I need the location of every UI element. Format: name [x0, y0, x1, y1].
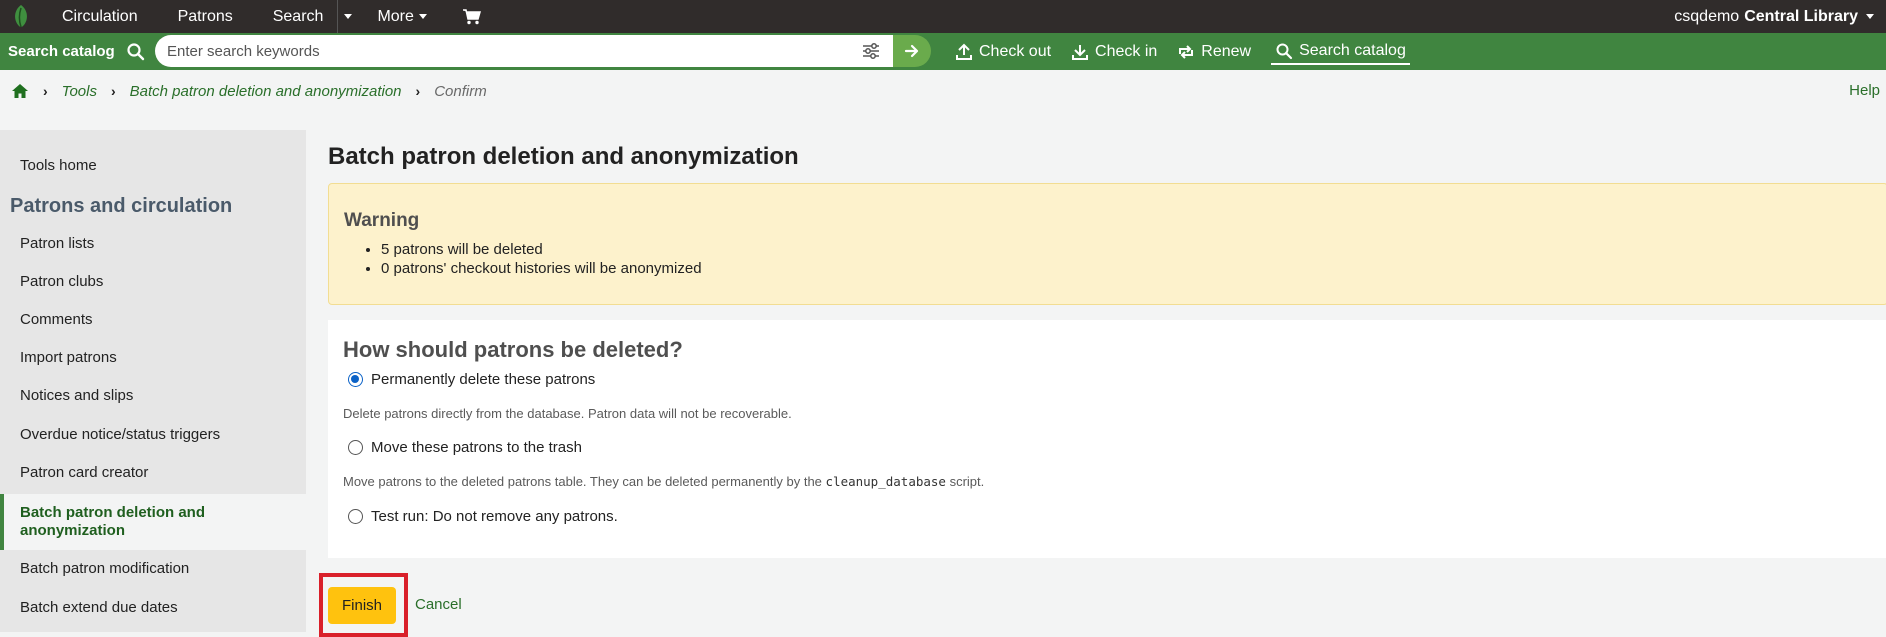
logged-in-library: Central Library: [1744, 7, 1858, 25]
check-out-label: Check out: [979, 42, 1052, 60]
renew-label: Renew: [1201, 42, 1252, 60]
cancel-link[interactable]: Cancel: [415, 596, 462, 613]
top-navbar: Circulation Patrons Search More csqdemo C…: [0, 0, 1886, 33]
sidebar-item-import-patrons[interactable]: Import patrons: [0, 345, 306, 369]
tools-sidebar: Tools home Patrons and circulation Patro…: [0, 130, 306, 632]
finish-button[interactable]: Finish: [328, 587, 396, 624]
user-menu[interactable]: csqdemo Central Library: [1674, 8, 1886, 26]
deletion-question-heading: How should patrons be deleted?: [343, 337, 683, 362]
breadcrumb-separator: ›: [110, 83, 116, 99]
sidebar-item-batch-patron-deletion[interactable]: Batch patron deletion and anonymization: [0, 494, 306, 550]
hint-trash-text: Move patrons to the deleted patrons tabl…: [343, 474, 826, 489]
home-icon[interactable]: [11, 82, 29, 100]
search-submit-button[interactable]: [893, 35, 931, 67]
header-search-bar: Search catalog Check out Check in Renew …: [0, 33, 1886, 70]
sidebar-item-patron-clubs[interactable]: Patron clubs: [0, 269, 306, 293]
sidebar-item-tools-home[interactable]: Tools home: [0, 153, 306, 177]
sidebar-item-notices-and-slips[interactable]: Notices and slips: [0, 383, 306, 407]
nav-search[interactable]: Search: [253, 0, 338, 33]
nav-search-dropdown-toggle[interactable]: [337, 0, 357, 33]
option-move-to-trash[interactable]: Move these patrons to the trash: [348, 439, 582, 456]
search-icon: [127, 42, 144, 60]
option-permanent-delete-label: Permanently delete these patrons: [371, 371, 596, 388]
search-icon: [1276, 43, 1293, 59]
radio-move-to-trash[interactable]: [348, 440, 363, 455]
option-test-run-label: Test run: Do not remove any patrons.: [371, 508, 618, 525]
chevron-down-icon: [418, 14, 427, 19]
help-link[interactable]: Help: [1849, 82, 1880, 99]
check-in-link[interactable]: Check in: [1071, 33, 1157, 70]
sidebar-item-comments[interactable]: Comments: [0, 307, 306, 331]
radio-test-run[interactable]: [348, 509, 363, 524]
sidebar-item-patron-card-creator[interactable]: Patron card creator: [0, 460, 306, 484]
sidebar-item-batch-patron-modification[interactable]: Batch patron modification: [0, 556, 306, 580]
page-title: Batch patron deletion and anonymization: [328, 143, 799, 170]
download-icon: [1072, 44, 1089, 60]
hint-permanent-delete: Delete patrons directly from the databas…: [343, 406, 792, 421]
search-catalog-tab[interactable]: Search catalog: [1271, 38, 1410, 65]
nav-more-label: More: [377, 7, 414, 25]
option-test-run[interactable]: Test run: Do not remove any patrons.: [348, 508, 618, 525]
deletion-options-panel: How should patrons be deleted? Permanent…: [328, 320, 1886, 558]
cart-icon[interactable]: [447, 0, 497, 33]
nav-more[interactable]: More: [357, 0, 446, 33]
breadcrumb: › Tools › Batch patron deletion and anon…: [0, 70, 1886, 112]
breadcrumb-batch-patron-deletion[interactable]: Batch patron deletion and anonymization: [130, 83, 402, 100]
breadcrumb-tools[interactable]: Tools: [62, 83, 97, 100]
warning-item-deleted-count: 5 patrons will be deleted: [381, 240, 702, 259]
warning-title: Warning: [344, 210, 420, 231]
chevron-down-icon: [1866, 14, 1874, 19]
nav-patrons[interactable]: Patrons: [158, 0, 253, 33]
option-permanent-delete[interactable]: Permanently delete these patrons: [348, 371, 595, 388]
hint-trash-script-name: cleanup_database: [825, 474, 946, 489]
logged-in-user: csqdemo: [1674, 7, 1740, 25]
nav-circulation[interactable]: Circulation: [42, 0, 158, 33]
arrow-right-icon: [904, 44, 919, 58]
renew-icon: [1179, 44, 1194, 59]
search-input[interactable]: [155, 36, 861, 66]
hint-trash-text-end: script.: [945, 474, 985, 489]
breadcrumb-separator: ›: [43, 83, 48, 99]
warning-list: 5 patrons will be deleted 0 patrons' che…: [381, 240, 702, 278]
upload-icon: [956, 43, 972, 60]
search-options-icon[interactable]: [861, 41, 881, 61]
sidebar-item-batch-extend-due-dates[interactable]: Batch extend due dates: [0, 595, 306, 619]
hint-move-to-trash: Move patrons to the deleted patrons tabl…: [343, 474, 984, 489]
renew-link[interactable]: Renew: [1177, 33, 1251, 70]
search-field-wrapper: [155, 35, 893, 67]
option-move-to-trash-label: Move these patrons to the trash: [371, 439, 582, 456]
check-out-link[interactable]: Check out: [955, 33, 1051, 70]
warning-box: Warning 5 patrons will be deleted 0 patr…: [328, 183, 1886, 305]
search-catalog-tab-label: Search catalog: [1299, 41, 1406, 59]
warning-item-anonymized-count: 0 patrons' checkout histories will be an…: [381, 259, 702, 278]
breadcrumb-separator: ›: [415, 83, 421, 99]
breadcrumb-confirm: Confirm: [434, 82, 487, 100]
check-in-label: Check in: [1095, 42, 1158, 60]
sidebar-item-overdue-triggers[interactable]: Overdue notice/status triggers: [0, 422, 306, 446]
header-actions: Check out Check in Renew Search catalog: [955, 33, 1430, 70]
sidebar-item-patron-lists[interactable]: Patron lists: [0, 231, 306, 255]
search-catalog-label[interactable]: Search catalog: [0, 43, 115, 60]
sidebar-section-title: Patrons and circulation: [10, 195, 233, 217]
chevron-down-icon: [343, 14, 352, 19]
radio-permanent-delete[interactable]: [348, 372, 363, 387]
koha-logo-icon[interactable]: [0, 0, 42, 33]
